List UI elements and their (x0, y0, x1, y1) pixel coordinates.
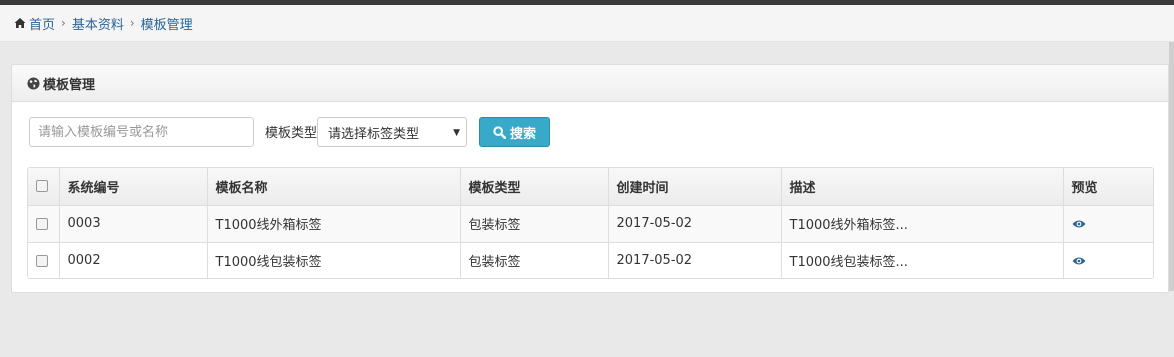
table-header-row: 系统编号 模板名称 模板类型 创建时间 描述 预览 (28, 168, 1153, 206)
template-type-select[interactable]: 请选择标签类型 ▼ (317, 117, 467, 147)
panel-heading: 模板管理 (12, 65, 1168, 102)
template-type-label: 模板类型 (265, 126, 318, 141)
header-preview: 预览 (1063, 168, 1153, 206)
header-template-name[interactable]: 模板名称 (207, 168, 461, 206)
cell-preview (1063, 205, 1153, 242)
row-select-cell (28, 241, 60, 278)
breadcrumb-separator: › (129, 16, 135, 30)
cell-template-type: 包装标签 (460, 205, 609, 242)
globe-icon (27, 76, 40, 90)
search-icon (493, 125, 506, 139)
table-row: 0002 T1000线包装标签 包装标签 2017-05-02 T1000线包装… (28, 241, 1153, 278)
cell-system-id: 0002 (59, 241, 208, 278)
cell-template-name: T1000线包装标签 (207, 241, 461, 278)
search-button-label: 搜索 (509, 126, 536, 142)
panel-title: 模板管理 (43, 77, 96, 93)
template-management-panel: 模板管理 模板类型 请选择标签类型 ▼ 搜索 系统编号 模板名称 模板类型 创建… (11, 64, 1169, 293)
breadcrumb-basic-data-link[interactable]: 基本资料 (72, 14, 124, 33)
breadcrumb-home-link[interactable]: 首页 (29, 14, 55, 33)
breadcrumb-template-management-link[interactable]: 模板管理 (141, 14, 193, 33)
select-all-checkbox[interactable] (36, 180, 48, 193)
template-table: 系统编号 模板名称 模板类型 创建时间 描述 预览 0003 T1000线外箱标… (27, 167, 1154, 279)
template-type-select-value: 请选择标签类型 (328, 126, 420, 142)
select-all-cell (28, 168, 60, 206)
row-checkbox[interactable] (36, 217, 48, 230)
cell-preview (1063, 241, 1153, 278)
cell-system-id: 0003 (59, 205, 208, 242)
home-icon (14, 18, 26, 28)
cell-description: T1000线外箱标签... (781, 205, 1064, 242)
search-button[interactable]: 搜索 (479, 117, 550, 147)
caret-down-icon: ▼ (453, 128, 460, 138)
eye-icon[interactable] (1072, 219, 1086, 229)
eye-icon[interactable] (1072, 256, 1086, 266)
cell-template-type: 包装标签 (460, 241, 609, 278)
row-select-cell (28, 205, 60, 242)
cell-created-time: 2017-05-02 (608, 241, 782, 278)
breadcrumb-separator: › (61, 16, 66, 30)
header-system-id[interactable]: 系统编号 (59, 168, 208, 206)
header-created-time[interactable]: 创建时间 (608, 168, 782, 206)
header-template-type[interactable]: 模板类型 (460, 168, 609, 206)
header-description[interactable]: 描述 (781, 168, 1064, 206)
search-input[interactable] (29, 117, 254, 147)
scrollbar[interactable] (1169, 42, 1174, 291)
row-checkbox[interactable] (36, 254, 48, 267)
table-row: 0003 T1000线外箱标签 包装标签 2017-05-02 T1000线外箱… (28, 205, 1153, 242)
breadcrumb: 首页 › 基本资料 › 模板管理 (0, 5, 1174, 42)
cell-created-time: 2017-05-02 (608, 205, 782, 242)
cell-description: T1000线包装标签... (781, 241, 1064, 278)
cell-template-name: T1000线外箱标签 (207, 205, 461, 242)
